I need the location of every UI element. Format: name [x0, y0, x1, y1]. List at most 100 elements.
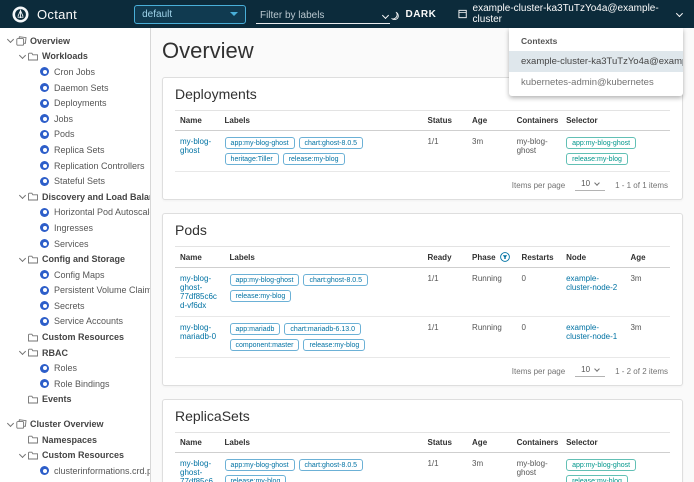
label-filter-input[interactable]: Filter by labels: [255, 5, 391, 24]
resource-icon: [40, 98, 49, 108]
sidebar-item-csidrivers-csi-storage-k8s-io[interactable]: csidrivers.csi.storage.k8s.io: [0, 479, 150, 482]
resource-icon: [40, 129, 54, 139]
resource-link[interactable]: example-cluster-node-1: [566, 323, 617, 341]
resource-link[interactable]: example-cluster-node-2: [566, 274, 617, 292]
context-selector-label: example-cluster-ka3TuTzYo4a@example-clus…: [472, 3, 659, 25]
column-header-phase: Phase: [467, 246, 517, 268]
sidebar-item-overview[interactable]: Overview: [0, 33, 150, 49]
resource-link[interactable]: my-blog-ghost-77df85c6cd: [180, 459, 213, 482]
filter-icon[interactable]: [499, 252, 510, 262]
resource-icon: [40, 363, 49, 373]
text-cell: 1/1: [422, 267, 468, 317]
sidebar-item-cron-jobs[interactable]: Cron Jobs: [0, 64, 150, 80]
sidebar-item-clusterinformations-crd-projec[interactable]: clusterinformations.crd.projec: [0, 463, 150, 479]
items-per-page-label: Items per page: [511, 180, 566, 190]
resource-link[interactable]: my-blog-mariadb-0: [180, 323, 216, 341]
chevron-down-icon: [6, 36, 14, 44]
card-title: Pods: [175, 222, 207, 238]
folder-icon: [28, 255, 42, 264]
dark-mode-toggle[interactable]: ☾ DARK: [387, 7, 436, 23]
resource-icon: [40, 176, 49, 186]
labels-cell: app:my-blog-ghost chart:ghost-8.0.5 herita…: [224, 137, 418, 165]
resource-icon: [40, 176, 54, 186]
column-header-age: Age: [467, 110, 512, 131]
context-menu-item[interactable]: example-cluster-ka3TuTzYo4a@example-clu.…: [509, 51, 683, 72]
sidebar-item-replication-controllers[interactable]: Replication Controllers: [0, 158, 150, 174]
sidebar-item-custom-resources[interactable]: Custom Resources: [0, 329, 150, 345]
sidebar-item-label: Roles: [54, 363, 78, 374]
sidebar-item-label: Discovery and Load Balancing: [42, 191, 150, 202]
name-cell: example-cluster-node-1: [561, 316, 626, 358]
context-selector-button[interactable]: example-cluster-ka3TuTzYo4a@example-clus…: [458, 3, 684, 25]
sidebar-item-namespaces[interactable]: Namespaces: [0, 432, 150, 448]
resource-icon: [40, 466, 49, 476]
label-tag: chart:mariadb-6.13.0: [284, 323, 362, 335]
resource-icon: [40, 67, 49, 77]
page-size-select[interactable]: 10: [575, 365, 606, 377]
text-cell: 1/1: [422, 452, 468, 482]
resource-icon: [40, 67, 54, 77]
sidebar-item-label: Events: [42, 394, 72, 405]
sidebar-item-stateful-sets[interactable]: Stateful Sets: [0, 173, 150, 189]
resource-icon: [40, 239, 54, 249]
sidebar-item-label: Workloads: [42, 51, 88, 62]
sidebar-item-replica-sets[interactable]: Replica Sets: [0, 142, 150, 158]
column-header-selector: Selector: [561, 432, 670, 453]
sidebar-item-label: Deployments: [54, 98, 107, 109]
sidebar-item-rbac[interactable]: RBAC: [0, 345, 150, 361]
sidebar-item-role-bindings[interactable]: Role Bindings: [0, 376, 150, 392]
sidebar-item-label: Overview: [30, 35, 71, 46]
resource-icon: [40, 316, 54, 326]
pagination-range: 1 - 2 of 2 items: [615, 366, 668, 376]
context-menu-item[interactable]: kubernetes-admin@kubernetes: [509, 72, 683, 93]
label-tag: chart:ghost-8.0.5: [298, 137, 364, 149]
sidebar-item-label: Namespaces: [42, 434, 98, 445]
labels-cell: app:mariadb chart:mariadb-6.13.0 component…: [229, 323, 418, 351]
resource-icon: [40, 145, 49, 155]
sidebar-item-persistent-volume-claims[interactable]: Persistent Volume Claims: [0, 283, 150, 299]
sidebar-item-pods[interactable]: Pods: [0, 127, 150, 143]
sidebar-nav: Overview Workloads Cron Jobs Daemon Sets Dep…: [0, 28, 151, 482]
label-tag: release:my-blog: [229, 290, 292, 302]
sidebar-item-discovery-and-load-balancing[interactable]: Discovery and Load Balancing: [0, 189, 150, 205]
sidebar-item-cluster-overview[interactable]: Cluster Overview: [0, 416, 150, 432]
column-header-age: Age: [467, 432, 512, 453]
label-tag: app:mariadb: [229, 323, 281, 335]
sidebar-item-jobs[interactable]: Jobs: [0, 111, 150, 127]
column-header-node: Node: [561, 246, 626, 268]
sidebar-item-config-maps[interactable]: Config Maps: [0, 267, 150, 283]
resource-link[interactable]: my-blog-ghost-77df85c6cd-vf6dx: [180, 274, 217, 310]
text-cell: 1/1: [422, 316, 468, 358]
sidebar-item-ingresses[interactable]: Ingresses: [0, 220, 150, 236]
sidebar-item-deployments[interactable]: Deployments: [0, 95, 150, 111]
pagination-range: 1 - 1 of 1 items: [615, 180, 668, 190]
label-tag: release:my-blog: [303, 339, 366, 351]
resource-icon: [40, 466, 54, 476]
sidebar-item-daemon-sets[interactable]: Daemon Sets: [0, 80, 150, 96]
namespace-select[interactable]: default: [134, 4, 246, 24]
column-header-ready: Ready: [422, 246, 468, 268]
sidebar-item-label: Config Maps: [54, 269, 105, 280]
sidebar-item-workloads[interactable]: Workloads: [0, 49, 150, 65]
sidebar-item-custom-resources[interactable]: Custom Resources: [0, 447, 150, 463]
sidebar-item-services[interactable]: Services: [0, 236, 150, 252]
resource-link[interactable]: my-blog-ghost: [180, 137, 211, 155]
text-cell: Running: [467, 316, 517, 358]
card-title: ReplicaSets: [175, 408, 250, 424]
sidebar-item-label: Cron Jobs: [54, 66, 96, 77]
column-header-labels: Labels: [219, 432, 423, 453]
text-cell: 0: [516, 267, 562, 317]
sidebar-item-horizontal-pod-autoscalers[interactable]: Horizontal Pod Autoscalers: [0, 205, 150, 221]
sidebar-item-events[interactable]: Events: [0, 392, 150, 408]
pagination: Items per page 10 1 - 1 of 1 items: [175, 172, 670, 199]
folder-icon: [28, 348, 42, 357]
sidebar-item-service-accounts[interactable]: Service Accounts: [0, 314, 150, 330]
sidebar-item-secrets[interactable]: Secrets: [0, 298, 150, 314]
sidebar-item-roles[interactable]: Roles: [0, 360, 150, 376]
sidebar-item-config-and-storage[interactable]: Config and Storage: [0, 251, 150, 267]
resource-icon: [40, 316, 49, 326]
page-size-select[interactable]: 10: [575, 179, 606, 191]
labels-cell: app:my-blog-ghost chart:ghost-8.0.5 releas…: [229, 274, 418, 302]
resource-icon: [40, 161, 49, 171]
label-filter-placeholder: Filter by labels: [259, 9, 325, 21]
